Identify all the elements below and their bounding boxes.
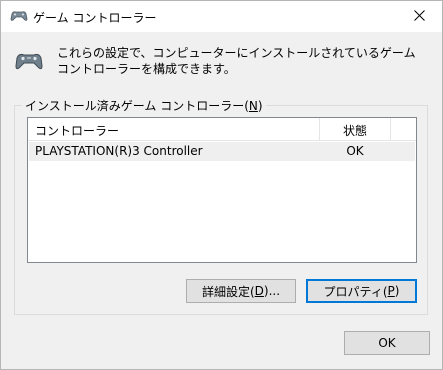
- controller-name: PLAYSTATION(R)3 Controller: [35, 144, 203, 158]
- column-divider[interactable]: [390, 118, 391, 140]
- controller-status: OK: [346, 144, 364, 158]
- column-header-status[interactable]: 状態: [320, 122, 390, 139]
- game-controllers-dialog: ゲーム コントローラー これらの設定で、コンピューターにインストールされているゲ…: [0, 0, 443, 370]
- window-title: ゲーム コントローラー: [33, 11, 157, 25]
- advanced-settings-button[interactable]: 詳細設定(D)...: [186, 279, 296, 303]
- list-header: コントローラー 状態: [28, 118, 416, 141]
- properties-button[interactable]: プロパティ(P): [306, 279, 417, 303]
- close-icon: [413, 9, 425, 24]
- controller-list[interactable]: コントローラー 状態 PLAYSTATION(R)3 Controller OK: [27, 117, 417, 263]
- title-bar: ゲーム コントローラー: [1, 1, 442, 32]
- description-text: これらの設定で、コンピューターにインストールされているゲーム コントローラーを構…: [57, 46, 416, 76]
- group-label: インストール済みゲーム コントローラー(N): [22, 97, 266, 114]
- list-item[interactable]: PLAYSTATION(R)3 Controller OK: [29, 142, 415, 161]
- gamepad-icon: [10, 8, 28, 24]
- column-header-controller[interactable]: コントローラー: [35, 122, 119, 139]
- ok-button[interactable]: OK: [344, 331, 430, 355]
- close-button[interactable]: [396, 1, 442, 32]
- gamepad-icon: [14, 49, 44, 73]
